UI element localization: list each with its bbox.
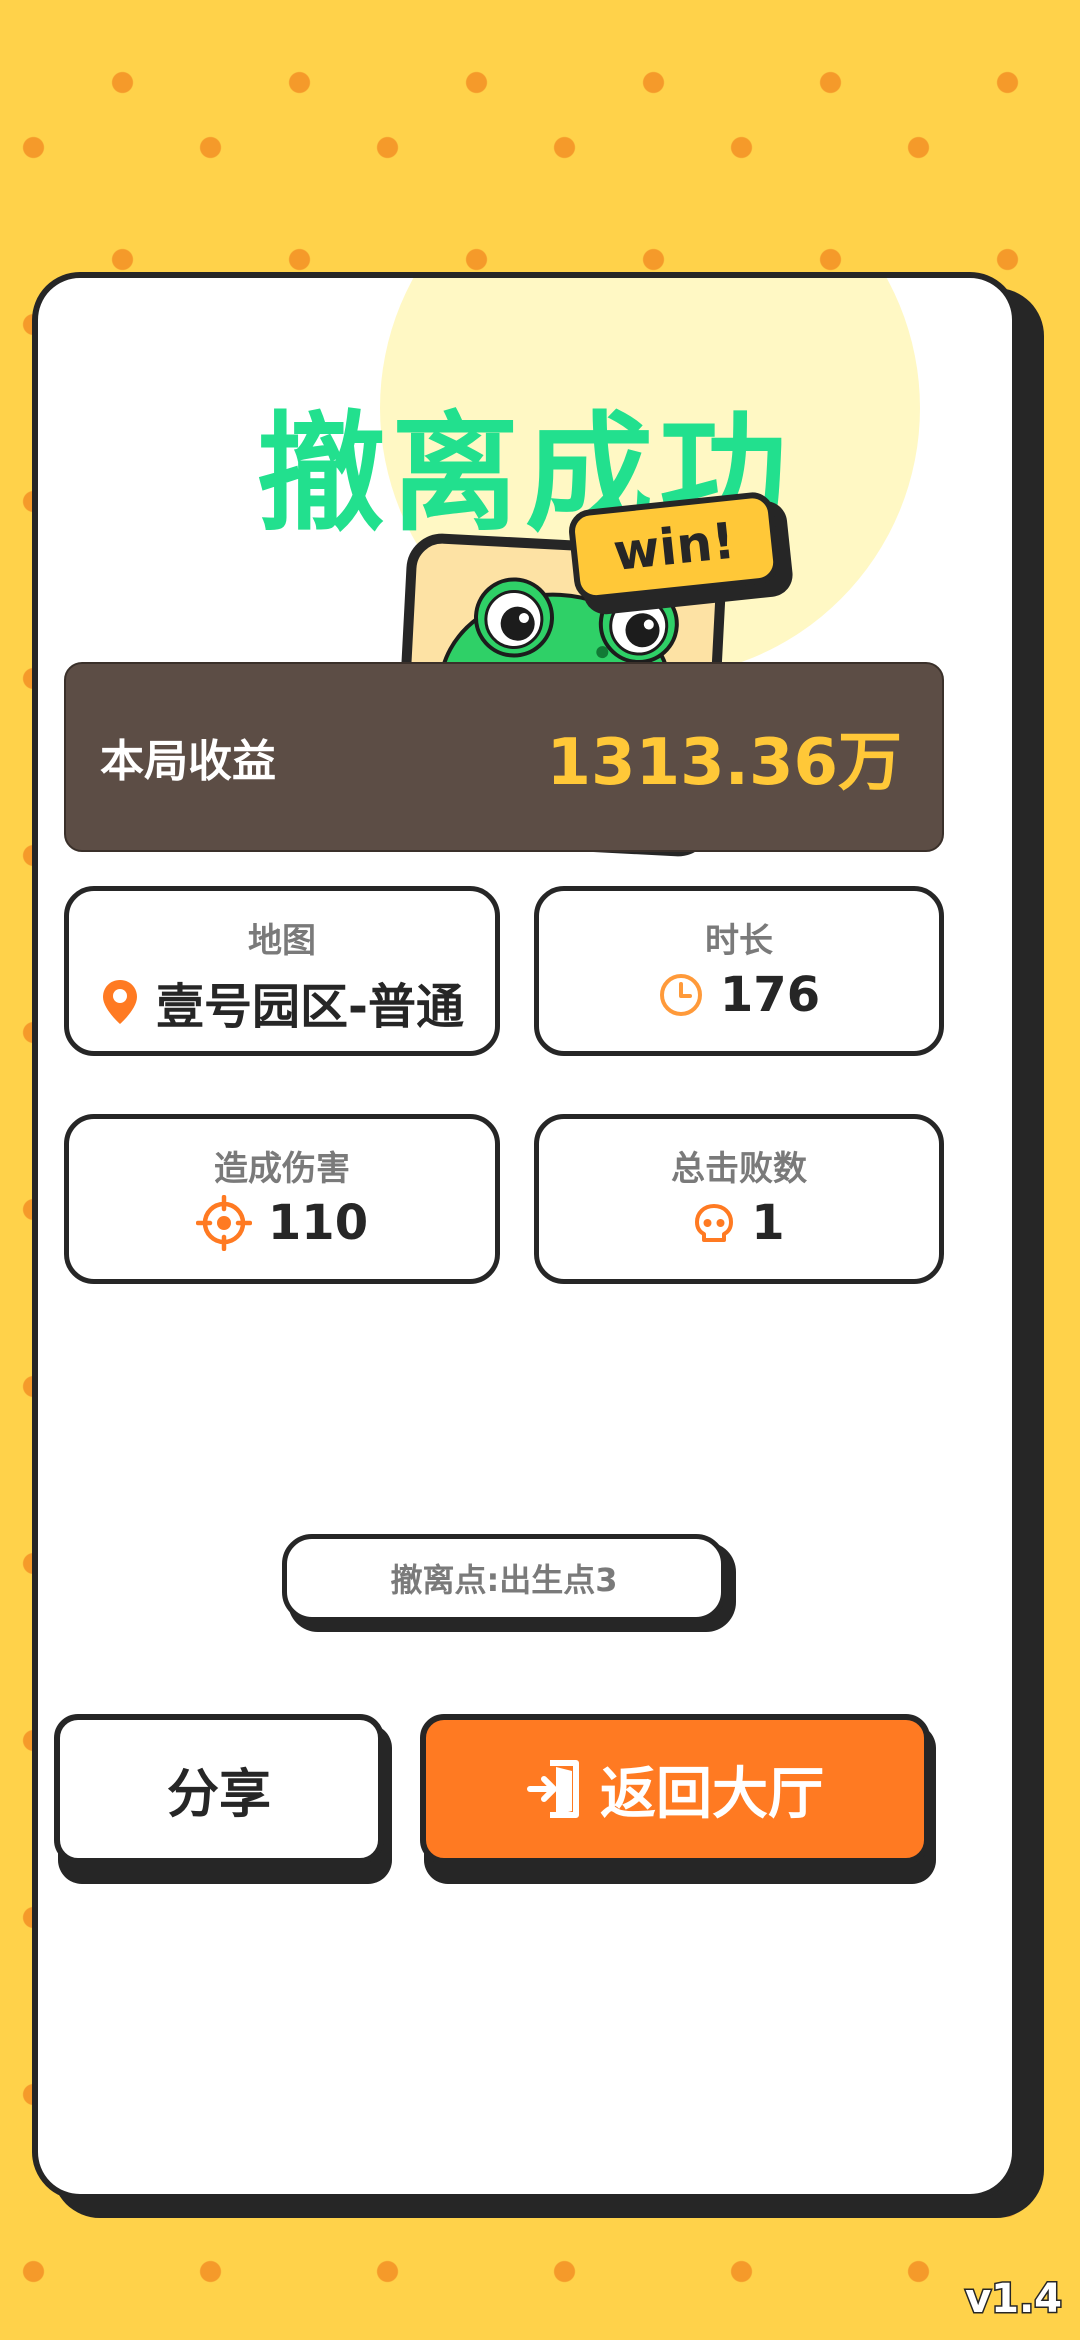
stat-damage-label: 造成伤害 [214,1149,350,1189]
clock-icon [659,974,702,1016]
stat-kills-label: 总击败数 [671,1149,807,1189]
share-button[interactable]: 分享 [54,1714,384,1864]
stat-kills-value: 1 [751,1195,785,1251]
stat-duration-label: 时长 [705,921,773,961]
stat-duration: 时长 176 [534,886,944,1056]
stat-map: 地图 壹号园区-普通 [64,886,500,1056]
location-pin-icon [103,980,138,1024]
enter-door-icon [527,1760,579,1818]
stat-damage-value: 110 [267,1195,369,1251]
skull-icon [695,1204,734,1242]
share-button-label: 分享 [166,1764,271,1825]
back-to-lobby-label: 返回大厅 [600,1761,824,1827]
result-title: 撤离成功 [256,400,793,549]
stat-damage: 造成伤害 110 [64,1114,500,1284]
win-badge: win! [566,489,797,621]
earnings-label: 本局收益 [100,736,276,787]
crosshair-icon [195,1195,252,1251]
earnings-bar: 本局收益 1313.36万 [64,662,944,852]
back-to-lobby-button[interactable]: 返回大厅 [420,1714,930,1864]
stat-map-label: 地图 [248,921,316,961]
stat-duration-value: 176 [719,967,821,1023]
stat-kills: 总击败数 1 [534,1114,944,1284]
earnings-value: 1313.36万 [546,726,903,800]
stat-map-value: 壹号园区-普通 [156,979,464,1035]
version-label: v1.4 [964,2275,1064,2324]
extraction-point: 撤离点:出生点3 [282,1534,726,1622]
